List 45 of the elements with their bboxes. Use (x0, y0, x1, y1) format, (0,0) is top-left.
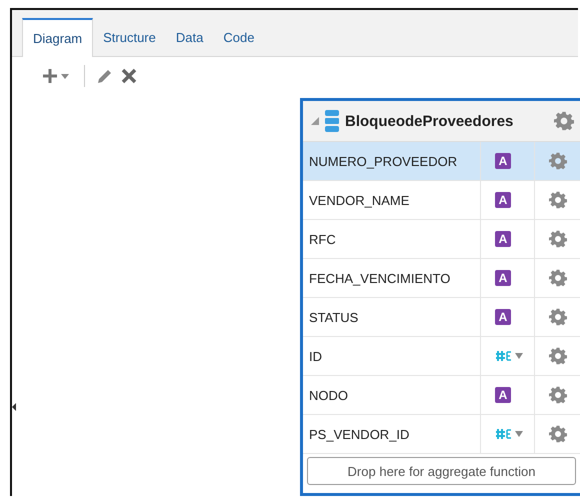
column-name: VENDOR_NAME (309, 192, 410, 208)
settings-icon[interactable] (548, 386, 566, 404)
column-name: STATUS (309, 310, 358, 324)
column-row[interactable]: FECHA_VENCIMIENTO A (303, 259, 580, 298)
text-type-icon: A (495, 270, 511, 286)
column-name: PS_VENDOR_ID (309, 426, 410, 442)
column-row[interactable]: NODO A (303, 376, 580, 415)
column-row[interactable]: PS_VENDOR_ID (303, 415, 580, 454)
close-icon[interactable] (121, 68, 137, 84)
text-type-icon: A (495, 309, 511, 325)
column-name: NUMERO_PROVEEDOR (309, 154, 458, 168)
settings-icon[interactable] (548, 308, 566, 326)
settings-icon[interactable] (548, 347, 566, 365)
tab[interactable]: Code (213, 18, 264, 56)
column-name: RFC (309, 232, 336, 246)
aggregate-drop-zone[interactable]: Drop here for aggregate function (307, 457, 576, 485)
text-type-icon: A (495, 231, 511, 247)
column-row[interactable]: STATUS A (303, 298, 580, 337)
database-icon (325, 110, 339, 132)
column-name: ID (309, 348, 322, 364)
number-type-icon[interactable] (495, 350, 525, 362)
column-row[interactable]: VENDOR_NAME A (303, 181, 580, 220)
settings-icon[interactable] (548, 230, 566, 248)
column-row[interactable]: NUMERO_PROVEEDOR A (303, 142, 580, 181)
entity-title: BloqueodeProveedores (345, 112, 514, 130)
tab[interactable]: Structure (93, 18, 166, 56)
settings-icon[interactable] (548, 269, 566, 287)
column-row[interactable]: RFC A (303, 220, 580, 259)
pencil-icon[interactable] (97, 68, 113, 84)
number-type-icon[interactable] (495, 428, 525, 440)
settings-icon[interactable] (548, 425, 566, 443)
column-name: NODO (309, 388, 348, 402)
text-type-icon: A (495, 153, 511, 169)
column-name: FECHA_VENCIMIENTO (309, 270, 450, 286)
add-icon[interactable] (42, 68, 72, 84)
settings-icon[interactable] (548, 191, 566, 209)
settings-icon[interactable] (554, 111, 574, 131)
expanded-triangle-icon[interactable] (311, 117, 319, 125)
text-type-icon: A (495, 192, 511, 208)
settings-icon[interactable] (548, 152, 566, 170)
tab[interactable]: Diagram (22, 18, 94, 57)
tab[interactable]: Data (166, 18, 214, 56)
column-row[interactable]: ID (303, 337, 580, 376)
collapse-handle-icon[interactable] (12, 403, 16, 411)
text-type-icon: A (495, 387, 511, 403)
